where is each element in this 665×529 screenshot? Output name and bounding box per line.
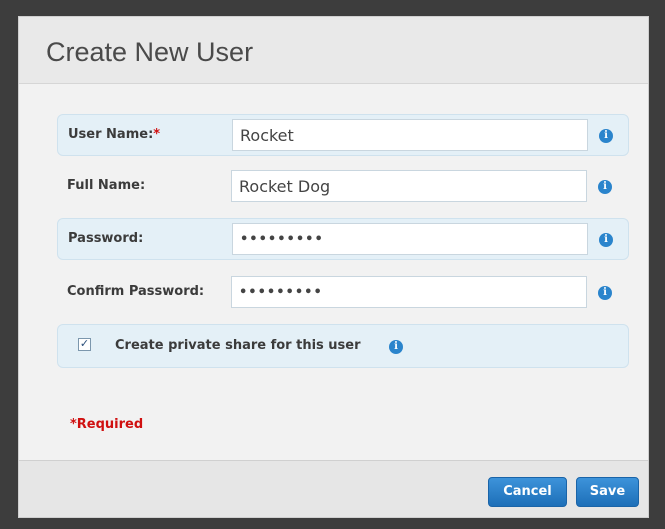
required-note: *Required — [70, 417, 144, 432]
private-share-row: ✓ Create private share for this user i — [57, 324, 629, 368]
create-user-dialog: Create New User User Name:* i Full Name:… — [18, 16, 649, 518]
cancel-button[interactable]: Cancel — [488, 477, 567, 507]
fullname-row: Full Name: i — [57, 166, 629, 208]
save-button[interactable]: Save — [576, 477, 639, 507]
dialog-title: Create New User — [46, 37, 254, 67]
confirm-password-row: Confirm Password: i — [57, 272, 629, 314]
private-share-label[interactable]: Create private share for this user — [115, 338, 361, 353]
username-input[interactable] — [232, 119, 588, 151]
confirm-password-input[interactable] — [231, 276, 587, 308]
info-icon[interactable]: i — [598, 180, 612, 194]
checkmark-icon: ✓ — [79, 338, 90, 350]
info-icon[interactable]: i — [599, 233, 613, 247]
info-icon[interactable]: i — [599, 129, 613, 143]
username-row: User Name:* i — [57, 114, 629, 156]
fullname-label: Full Name: — [67, 178, 146, 193]
username-label: User Name:* — [68, 127, 161, 142]
private-share-checkbox[interactable]: ✓ — [78, 338, 91, 351]
password-row: Password: i — [57, 218, 629, 260]
fullname-input[interactable] — [231, 170, 587, 202]
confirm-password-label: Confirm Password: — [67, 284, 205, 299]
info-icon[interactable]: i — [389, 340, 403, 354]
password-input[interactable] — [232, 223, 588, 255]
required-asterisk: * — [153, 127, 161, 142]
password-label: Password: — [68, 231, 144, 246]
info-icon[interactable]: i — [598, 286, 612, 300]
dialog-header: Create New User — [19, 17, 648, 84]
